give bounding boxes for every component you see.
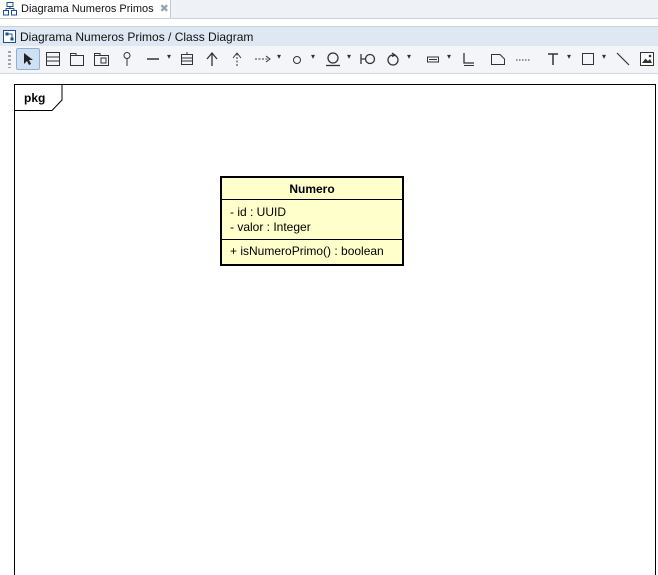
line-icon <box>616 52 630 66</box>
note-icon <box>491 54 505 65</box>
tab-label: Diagrama Numeros Primos <box>21 3 154 15</box>
association-line-icon <box>147 58 159 60</box>
pointer-icon <box>24 53 33 65</box>
package-label: pkg <box>24 91 46 105</box>
diagram-toolbar: ▾ ▾ ▾ ▾ ▾ ▾ ▾ ▾ <box>0 46 658 74</box>
dotted-line-icon <box>516 59 530 61</box>
component-tool-button[interactable] <box>322 48 344 70</box>
anchor-line-icon <box>463 53 474 66</box>
anchor-tool-button[interactable] <box>458 48 478 70</box>
control-icon <box>387 52 399 66</box>
image-tool-button[interactable] <box>637 48 657 70</box>
editor-tab-strip: Diagrama Numeros Primos ✖ <box>0 0 658 19</box>
generalization-arrow-icon <box>206 51 218 66</box>
image-icon <box>640 52 654 66</box>
component-dropdown-icon[interactable]: ▾ <box>347 53 351 61</box>
dependency-tool-button[interactable] <box>252 48 274 70</box>
containment-tool-button[interactable] <box>177 48 197 70</box>
interface-boundary-icon <box>360 53 376 65</box>
package-with-class-tool-button[interactable] <box>91 48 113 70</box>
circle-icon <box>293 56 301 64</box>
rectangle-dropdown-icon[interactable]: ▾ <box>602 53 606 61</box>
class-icon <box>46 52 60 66</box>
attribute-icon <box>427 56 439 63</box>
package-tool-button[interactable] <box>67 48 87 70</box>
attribute-dropdown-icon[interactable]: ▾ <box>447 53 451 61</box>
diagram-icon <box>3 30 16 43</box>
close-tab-icon[interactable]: ✖ <box>160 3 169 15</box>
package-icon <box>70 53 84 66</box>
operation-row[interactable]: + isNumeroPrimo() : boolean <box>230 244 394 259</box>
diagram-title: Diagrama Numeros Primos / Class Diagram <box>20 29 254 44</box>
select-tool-button[interactable] <box>16 48 40 70</box>
interface-tool-button[interactable] <box>118 48 136 70</box>
provided-interface-tool-button[interactable] <box>357 48 379 70</box>
note-connector-tool-button[interactable] <box>512 48 534 70</box>
diagram-title-bar: Diagrama Numeros Primos / Class Diagram <box>0 26 658 47</box>
line-tool-button[interactable] <box>613 48 633 70</box>
association-dropdown-icon[interactable]: ▾ <box>167 53 171 61</box>
dependency-dropdown-icon[interactable]: ▾ <box>277 53 281 61</box>
realization-arrow-icon <box>232 52 242 66</box>
text-dropdown-icon[interactable]: ▾ <box>567 53 571 61</box>
node-dropdown-icon[interactable]: ▾ <box>311 53 315 61</box>
operations-compartment: + isNumeroPrimo() : boolean <box>222 240 402 264</box>
class-tool-button[interactable] <box>43 48 63 70</box>
dependency-arrow-icon <box>255 55 271 63</box>
required-interface-dropdown-icon[interactable]: ▾ <box>407 53 411 61</box>
class-box[interactable]: Numero - id : UUID - valor : Integer + i… <box>220 176 404 266</box>
package-frame[interactable]: pkg <box>14 84 656 575</box>
attribute-row[interactable]: - id : UUID <box>230 205 394 220</box>
rectangle-tool-button[interactable] <box>578 48 598 70</box>
attributes-compartment: - id : UUID - valor : Integer <box>222 200 402 240</box>
text-icon <box>548 53 558 65</box>
note-tool-button[interactable] <box>487 48 509 70</box>
toolbar-grip[interactable] <box>8 51 11 68</box>
class-diagram-icon <box>3 2 17 16</box>
diagram-canvas[interactable]: pkg Numero - id : UUID - valor : Integer… <box>0 74 658 575</box>
generalization-tool-button[interactable] <box>202 48 222 70</box>
node-tool-button[interactable] <box>288 48 306 70</box>
attribute-tool-button[interactable] <box>423 48 443 70</box>
text-tool-button[interactable] <box>543 48 563 70</box>
lollipop-icon <box>123 52 131 66</box>
package-class-icon <box>94 53 109 66</box>
containment-icon <box>181 52 193 65</box>
class-name: Numero <box>222 178 402 200</box>
boundary-icon <box>326 52 340 67</box>
rectangle-icon <box>582 53 594 65</box>
required-interface-tool-button[interactable] <box>383 48 403 70</box>
attribute-row[interactable]: - valor : Integer <box>230 220 394 235</box>
realization-tool-button[interactable] <box>227 48 247 70</box>
association-tool-button[interactable] <box>143 48 163 70</box>
diagram-tab[interactable]: Diagrama Numeros Primos ✖ <box>0 0 171 18</box>
